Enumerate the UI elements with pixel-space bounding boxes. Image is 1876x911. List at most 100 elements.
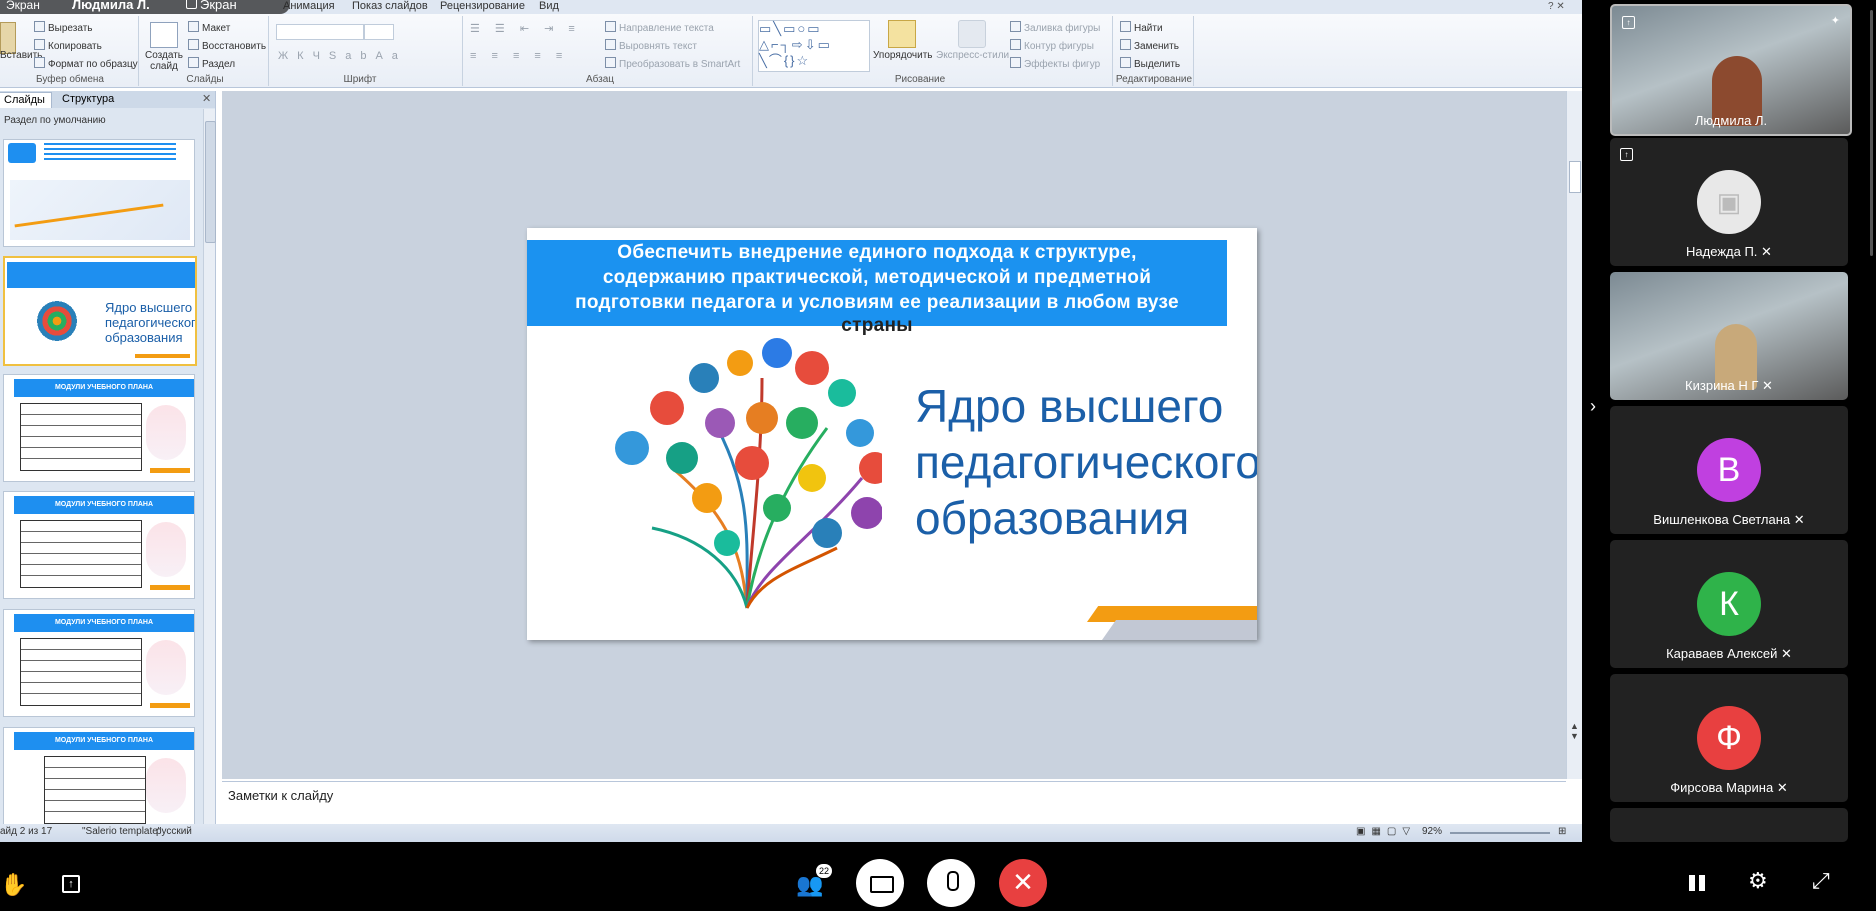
select-button[interactable]: Выделить: [1120, 57, 1180, 70]
tab-slides[interactable]: Слайды: [0, 92, 52, 108]
align-buttons[interactable]: ≡ ≡ ≡ ≡ ≡: [470, 50, 568, 62]
participant-avatar: Ф: [1697, 706, 1761, 770]
slides-panel-scrollbar[interactable]: [203, 109, 216, 824]
slide-nav-arrows-icon[interactable]: ▲ ▼: [1570, 721, 1579, 741]
mic-toggle-button[interactable]: [927, 859, 975, 907]
list-buttons[interactable]: ☰ ☰ ⇤ ⇥ ≡: [470, 22, 581, 35]
tab-view[interactable]: Вид: [539, 0, 559, 12]
canvas-scrollbar[interactable]: ▲ ▼: [1566, 91, 1582, 779]
smartart-button[interactable]: Преобразовать в SmartArt: [605, 57, 740, 70]
font-family-select[interactable]: [276, 24, 364, 40]
zoom-slider[interactable]: [1450, 832, 1550, 834]
slide-thumb-3[interactable]: МОДУЛИ УЧЕБНОГО ПЛАНА: [3, 374, 195, 482]
font-format-buttons[interactable]: ЖКЧSabAa: [278, 50, 407, 62]
tab-slideshow[interactable]: Показ слайдов: [352, 0, 428, 12]
camera-toggle-button[interactable]: [856, 859, 904, 907]
participants-scrollbar[interactable]: [1870, 10, 1873, 256]
font-size-select[interactable]: [364, 24, 394, 40]
fit-window-icon[interactable]: ⊞: [1558, 826, 1566, 837]
share-screen-icon[interactable]: ↑: [62, 875, 80, 893]
reset-icon: [188, 39, 199, 50]
group-editing: Редактирование: [1115, 74, 1193, 85]
scrollbar-thumb[interactable]: [205, 121, 216, 243]
university-building-image: [10, 180, 190, 240]
tab-animation[interactable]: Анимация: [283, 0, 335, 12]
quick-styles-button[interactable]: Экспресс-стили: [936, 50, 1009, 61]
notes-placeholder[interactable]: Заметки к слайду: [228, 788, 333, 803]
slide-thumb-5[interactable]: МОДУЛИ УЧЕБНОГО ПЛАНА: [3, 609, 195, 717]
layout-button[interactable]: Макет: [188, 21, 230, 34]
tab-outline[interactable]: Структура: [56, 92, 120, 107]
section-button[interactable]: Раздел: [188, 57, 235, 70]
participant-tile[interactable]: К Караваев Алексей ✕: [1610, 540, 1848, 668]
scrollbar-thumb[interactable]: [1569, 161, 1581, 193]
slide-thumb-1[interactable]: [3, 139, 195, 247]
participant-name: Караваев Алексей ✕: [1666, 646, 1792, 661]
reset-button[interactable]: Восстановить: [188, 39, 266, 52]
slide-thumb-2[interactable]: Ядро высшего педагогического образования: [3, 256, 197, 366]
shape-fill-label: Заливка фигуры: [1024, 23, 1101, 34]
quick-styles-icon[interactable]: [958, 20, 986, 48]
thumb-header: МОДУЛИ УЧЕБНОГО ПЛАНА: [14, 379, 194, 397]
participant-tile[interactable]: В Вишленкова Светлана ✕: [1610, 406, 1848, 534]
participant-name: Людмила Л.: [1694, 113, 1768, 128]
view-buttons[interactable]: ▣▦▢▽: [1356, 826, 1416, 837]
outline-icon: [1010, 39, 1021, 50]
shape-fill-button[interactable]: Заливка фигуры: [1010, 21, 1100, 34]
arrange-button[interactable]: Упорядочить: [873, 50, 933, 61]
woman-illustration-icon: [146, 640, 186, 695]
fullscreen-icon[interactable]: ⤢: [1812, 868, 1830, 894]
copy-icon: [34, 39, 45, 50]
section-title: Раздел по умолчанию: [4, 115, 106, 126]
gear-icon[interactable]: ⚙: [1748, 868, 1768, 894]
grid-view-icon[interactable]: [1689, 875, 1705, 891]
new-slide-icon[interactable]: [150, 22, 178, 48]
zoom-level[interactable]: 92%: [1422, 826, 1442, 837]
layout-label: Макет: [202, 23, 231, 34]
replace-button[interactable]: Заменить: [1120, 39, 1179, 52]
shapes-gallery[interactable]: ▭╲▭○▭ △⌐┐⇨⇩▭ ╲⌒{}☆: [758, 20, 870, 72]
close-panel-icon[interactable]: ✕: [202, 92, 211, 105]
slide-thumb-4[interactable]: МОДУЛИ УЧЕБНОГО ПЛАНА: [3, 491, 195, 599]
woman-illustration-icon: [146, 405, 186, 460]
shape-outline-button[interactable]: Контур фигуры: [1010, 39, 1094, 52]
muted-mic-icon: ✕: [1762, 378, 1773, 393]
binoculars-icon: [1120, 21, 1131, 32]
end-call-button[interactable]: ✕: [999, 859, 1047, 907]
slide-thumb-6[interactable]: МОДУЛИ УЧЕБНОГО ПЛАНА: [3, 727, 195, 826]
collapse-panel-icon[interactable]: ›: [1590, 396, 1596, 417]
shape-effects-button[interactable]: Эффекты фигур: [1010, 57, 1100, 70]
cut-button[interactable]: Вырезать: [34, 21, 92, 34]
replace-icon: [1120, 39, 1131, 50]
text-direction-button[interactable]: Направление текста: [605, 21, 714, 34]
participant-tile[interactable]: [1610, 808, 1848, 842]
shape-effects-label: Эффекты фигур: [1024, 59, 1101, 70]
participant-name: Вишленкова Светлана ✕: [1653, 512, 1805, 527]
thumb-accent: [150, 468, 190, 473]
find-button[interactable]: Найти: [1120, 21, 1163, 34]
camera-icon: ▣: [1697, 170, 1761, 234]
language[interactable]: русский: [156, 826, 192, 837]
current-slide[interactable]: Обеспечить внедрение единого подхода к с…: [527, 228, 1257, 640]
participant-tile[interactable]: Кизрина Н Г ✕: [1610, 272, 1848, 400]
participant-tile[interactable]: ↑ ✦ Людмила Л.: [1610, 4, 1852, 136]
notes-pane[interactable]: Заметки к слайду: [222, 781, 1566, 825]
new-slide-button[interactable]: Создать слайд: [145, 50, 183, 72]
slide-main-heading[interactable]: Ядро высшего педагогического образования: [915, 378, 1257, 546]
muted-mic-icon: ✕: [1776, 780, 1788, 795]
participant-tile[interactable]: Ф Фирсова Марина ✕: [1610, 674, 1848, 802]
thumb-accent: [150, 703, 190, 708]
pin-icon[interactable]: ✦: [1831, 14, 1840, 27]
effects-icon: [1010, 57, 1021, 68]
copy-button[interactable]: Копировать: [34, 39, 102, 52]
arrange-icon[interactable]: [888, 20, 916, 48]
screen-label[interactable]: Экран: [200, 0, 237, 12]
align-text-button[interactable]: Выровнять текст: [605, 39, 697, 52]
tab-review[interactable]: Рецензирование: [440, 0, 525, 12]
format-painter-button[interactable]: Формат по образцу: [34, 57, 138, 70]
window-controls[interactable]: ? ✕: [1548, 1, 1565, 12]
group-font: Шрифт: [343, 74, 377, 85]
raise-hand-icon[interactable]: ✋: [0, 872, 27, 898]
slide-title-box[interactable]: Обеспечить внедрение единого подхода к с…: [527, 240, 1227, 336]
participant-tile[interactable]: ↑ ▣ Надежда П. ✕: [1610, 138, 1848, 266]
